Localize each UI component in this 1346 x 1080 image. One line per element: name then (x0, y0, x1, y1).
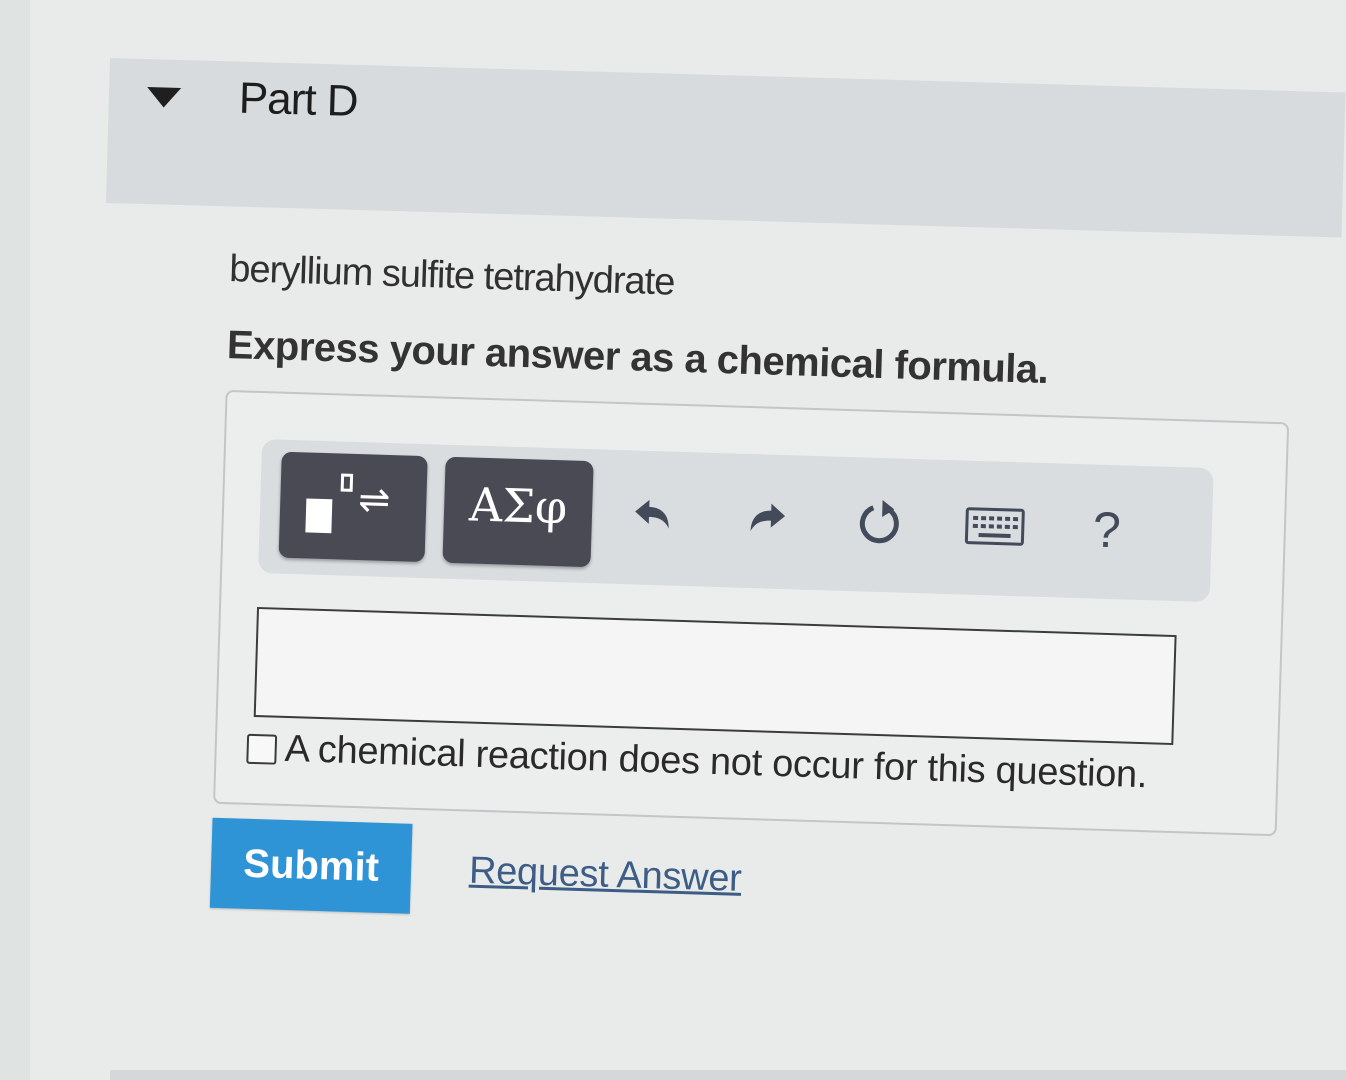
reset-icon (859, 500, 899, 544)
help-icon: ? (1092, 501, 1122, 559)
submit-button[interactable]: Submit (209, 817, 413, 914)
greek-letters-button[interactable]: ΑΣφ (442, 456, 594, 568)
question-content: beryllium sulfite tetrahydrate Express y… (209, 248, 1310, 951)
math-toolbar: ⇌ ΑΣφ ? (258, 439, 1214, 603)
templates-button[interactable]: ⇌ (278, 451, 428, 563)
redo-button[interactable] (729, 479, 805, 559)
answer-actions: Submit Request Answer (209, 817, 1293, 951)
question-prompt: beryllium sulfite tetrahydrate (228, 248, 676, 304)
question-instruction: Express your answer as a chemical formul… (226, 322, 1049, 393)
undo-button[interactable] (615, 476, 691, 556)
request-answer-link[interactable]: Request Answer (468, 850, 742, 901)
reset-button[interactable] (843, 483, 919, 563)
help-button[interactable]: ? (1069, 490, 1145, 570)
answer-input[interactable] (253, 606, 1177, 746)
page-margin (0, 0, 30, 1080)
part-title: Part D (238, 73, 359, 126)
keyboard-button[interactable] (957, 486, 1033, 566)
answer-box: ⇌ ΑΣφ ? A chemical reaction does not occ… (213, 389, 1290, 837)
redo-icon (750, 503, 786, 532)
no-reaction-checkbox[interactable] (246, 733, 278, 765)
undo-icon (635, 499, 669, 529)
part-header[interactable]: Part D (105, 58, 1346, 238)
greek-letters-label: ΑΣφ (468, 477, 569, 535)
collapse-caret-icon[interactable] (146, 87, 182, 108)
keyboard-icon (964, 507, 1025, 546)
next-part-divider (110, 1070, 1346, 1080)
